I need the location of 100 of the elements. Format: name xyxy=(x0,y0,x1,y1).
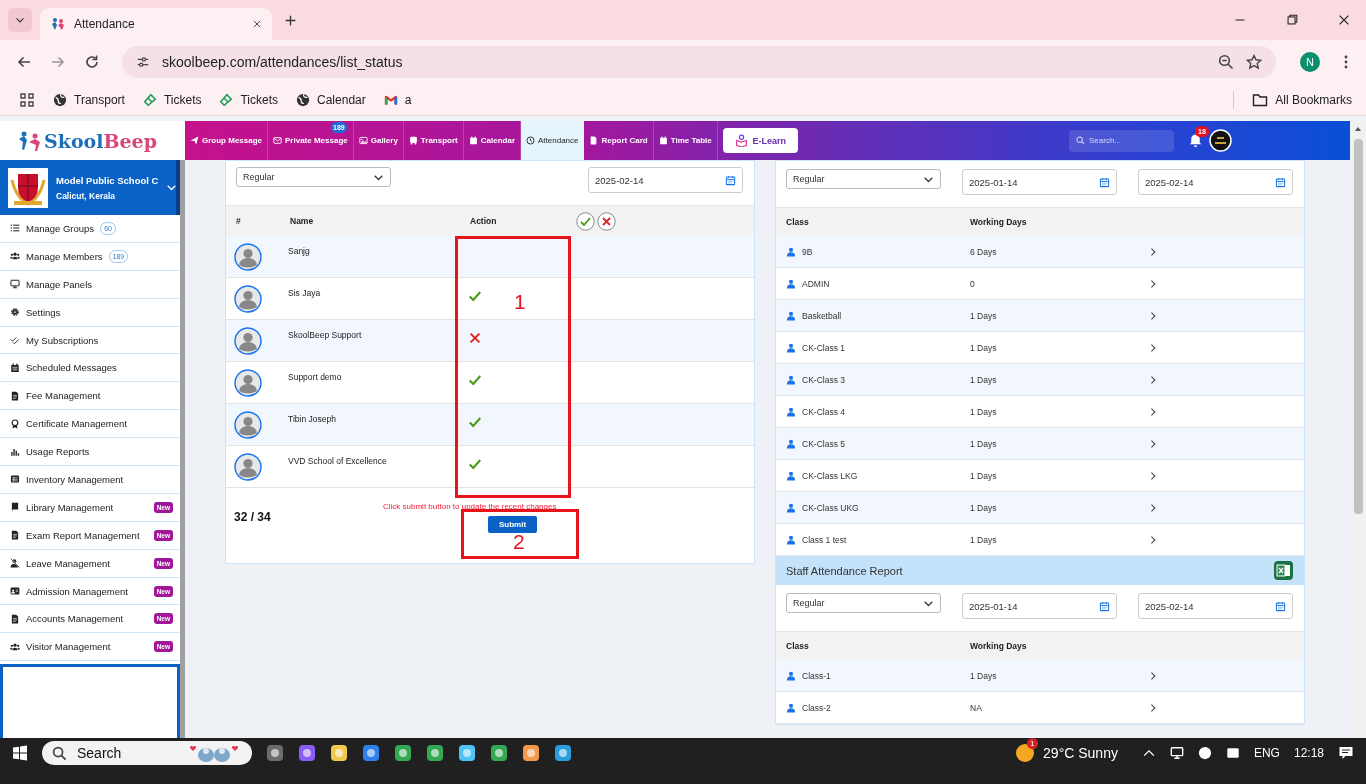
taskbar-search[interactable]: Search xyxy=(42,741,252,765)
scroll-up-icon[interactable] xyxy=(1354,125,1362,133)
class-name: Class-2 xyxy=(802,702,831,713)
to-date-field[interactable]: 2025-02-14 xyxy=(1138,169,1293,195)
notification-icon[interactable] xyxy=(1338,745,1354,761)
check-icon[interactable] xyxy=(468,415,482,429)
scrollbar[interactable] xyxy=(1350,121,1366,738)
mark-all-absent-button[interactable] xyxy=(597,211,616,231)
reload-icon[interactable] xyxy=(84,54,100,70)
person-slash-icon xyxy=(10,558,20,569)
member-name: Tibin Joseph xyxy=(288,413,337,424)
bookmark-star-icon xyxy=(1246,54,1262,70)
close-icon[interactable] xyxy=(252,19,262,29)
calendar-icon xyxy=(1275,176,1286,188)
person-icon xyxy=(786,406,796,417)
class-row[interactable]: Class-1 1 Days xyxy=(776,660,1304,692)
type-select[interactable]: Regular xyxy=(786,169,941,189)
favicon-icon xyxy=(50,16,66,32)
windows-start-icon[interactable] xyxy=(12,745,28,761)
annotation-label: 2 xyxy=(513,530,525,554)
bookmark[interactable]: Transport xyxy=(53,92,125,107)
person-icon xyxy=(786,670,796,681)
chevron-right-icon xyxy=(1148,502,1158,513)
excel-export-icon[interactable] xyxy=(1274,561,1293,580)
clock-icon xyxy=(526,136,535,145)
person-icon xyxy=(786,438,796,449)
list-icon xyxy=(10,223,20,234)
double-check-icon xyxy=(10,335,20,345)
notification-bell-icon[interactable] xyxy=(1188,133,1203,148)
from-date-field[interactable]: 2025-01-14 xyxy=(962,169,1117,195)
close-icon[interactable] xyxy=(1337,13,1351,27)
check-icon[interactable] xyxy=(468,289,482,303)
class-name: CK-Class 1 xyxy=(802,342,845,353)
class-name: Class 1 test xyxy=(802,534,847,545)
chevron-right-icon xyxy=(1148,310,1158,321)
school-logo-icon[interactable] xyxy=(1209,129,1232,152)
apps-icon[interactable] xyxy=(19,91,35,108)
profile-avatar[interactable]: N xyxy=(1300,52,1320,72)
forward-icon[interactable] xyxy=(50,54,66,70)
users-icon xyxy=(10,641,20,652)
document-icon xyxy=(10,390,20,401)
e-learn-button[interactable]: E-Learn xyxy=(722,128,798,153)
working-days: 1 Days xyxy=(970,438,1148,449)
calendar-icon xyxy=(1099,600,1110,612)
browser-tab[interactable]: Attendance xyxy=(40,8,272,40)
person-icon xyxy=(786,310,796,321)
battery-icon[interactable] xyxy=(1225,746,1240,760)
cross-icon[interactable] xyxy=(468,331,482,345)
class-row[interactable]: CK-Class 5 1 Days xyxy=(776,428,1304,460)
nav-tab[interactable]: Attendance xyxy=(521,121,585,160)
bookmark[interactable]: a xyxy=(383,92,412,107)
back-icon[interactable] xyxy=(16,54,32,70)
chevron-right-icon xyxy=(1148,406,1158,417)
chevron-right-icon xyxy=(1148,246,1158,257)
class-name: CK-Class 3 xyxy=(802,374,845,385)
mark-all-present-button[interactable] xyxy=(576,211,595,231)
bookmark[interactable]: Calendar xyxy=(296,92,366,107)
all-bookmarks-button[interactable]: All Bookmarks xyxy=(1252,91,1352,108)
globe-icon xyxy=(53,92,67,107)
person-icon xyxy=(786,246,796,257)
class-row[interactable]: 9B 6 Days xyxy=(776,236,1304,268)
avatar-icon xyxy=(234,243,262,271)
class-name: Basketball xyxy=(802,310,842,321)
bookmark[interactable]: Tickets xyxy=(142,92,202,107)
device-icon[interactable] xyxy=(1169,746,1184,760)
chevron-right-icon xyxy=(1148,470,1158,481)
new-tab-icon[interactable] xyxy=(284,13,297,27)
class-row[interactable]: Class-2 NA xyxy=(776,692,1304,724)
from-date-field[interactable]: 2025-01-14 xyxy=(962,593,1117,619)
person-icon xyxy=(786,278,796,289)
type-select[interactable]: Regular xyxy=(786,593,941,613)
chevron-right-icon xyxy=(1148,702,1158,713)
bookmark[interactable]: Tickets xyxy=(219,92,279,107)
chevron-right-icon xyxy=(1148,374,1158,385)
language-indicator[interactable]: ENG xyxy=(1253,746,1280,760)
class-row[interactable]: CK-Class 3 1 Days xyxy=(776,364,1304,396)
check-icon[interactable] xyxy=(468,457,482,471)
weather-widget[interactable]: 1 29°C Sunny xyxy=(1015,738,1118,768)
type-select[interactable]: Regular xyxy=(236,167,391,187)
submit-button[interactable]: Submit xyxy=(488,516,538,533)
logo[interactable]: SkoolBeep xyxy=(0,121,185,160)
clock[interactable]: 12:18 xyxy=(1293,746,1324,760)
working-days: 1 Days xyxy=(970,670,1148,681)
working-days: 0 xyxy=(970,278,1148,289)
book-icon xyxy=(10,502,20,513)
date-field[interactable]: 2025-02-14 xyxy=(588,167,743,193)
address-bar[interactable]: skoolbeep.com/attendances/list_status xyxy=(122,46,1276,78)
school-selector[interactable]: Model Public School C Calicut, Kerala xyxy=(0,160,180,215)
class-row[interactable]: CK-Class UKG 1 Days xyxy=(776,492,1304,524)
to-date-field[interactable]: 2025-02-14 xyxy=(1138,593,1293,619)
member-name: VVD School of Excellence xyxy=(288,455,388,466)
restore-icon[interactable] xyxy=(1285,13,1299,27)
class-row[interactable]: Basketball 1 Days xyxy=(776,300,1304,332)
person-icon xyxy=(786,374,796,385)
monitor-icon xyxy=(10,279,20,290)
award-icon xyxy=(10,418,20,429)
check-icon[interactable] xyxy=(468,373,482,387)
ticket-icon xyxy=(142,92,157,107)
tab-title: Attendance xyxy=(74,17,136,31)
calendar-icon xyxy=(468,136,478,145)
